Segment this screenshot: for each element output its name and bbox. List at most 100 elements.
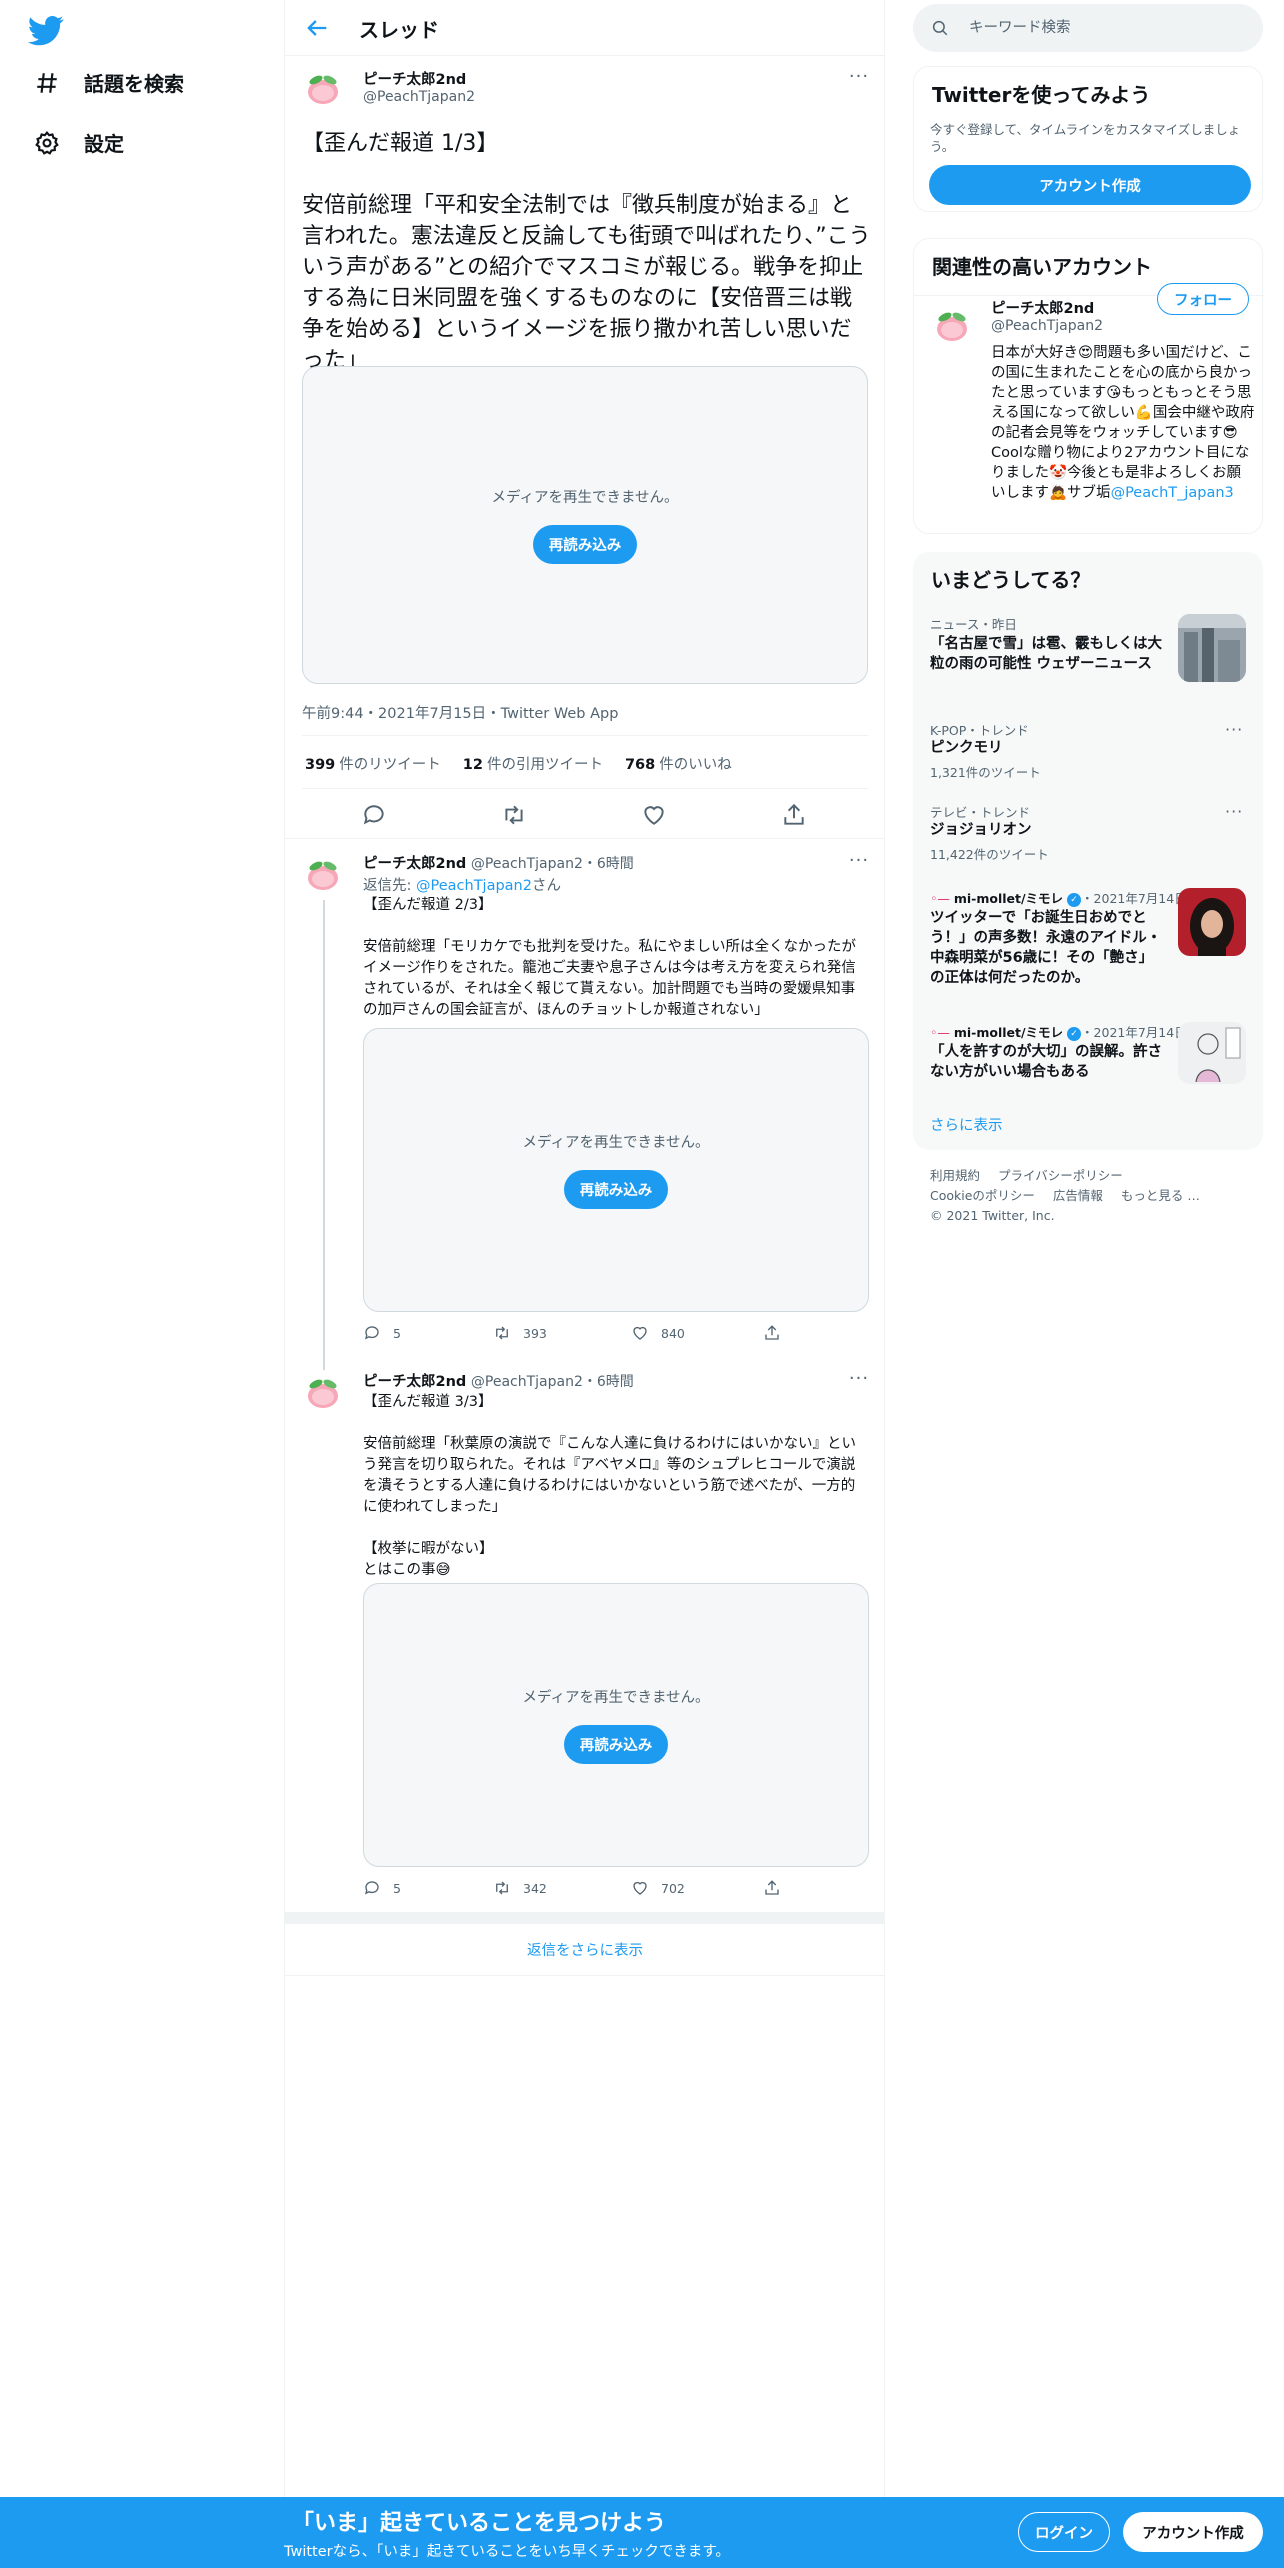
tweet-actions: 5 393 840 xyxy=(363,1324,783,1348)
retweets-stat[interactable]: 399 件のリツイート xyxy=(305,753,441,774)
reply-action[interactable]: 5 xyxy=(363,1324,401,1342)
trend-item[interactable]: ◦— mi-mollet/ミモレ ✓ ・2021年7月14日 「人を許すのが大切」… xyxy=(913,1022,1263,1092)
avatar[interactable] xyxy=(302,1370,344,1412)
trend-item[interactable]: ニュース・昨日 「名古屋で雪」は雹、霰もしくは大粒の雨の可能性 ウェザーニュース xyxy=(913,614,1263,698)
nav-settings-label: 設定 xyxy=(84,132,124,156)
trend-item[interactable]: テレビ・トレンド ··· ジョジョリオン 11,422件のツイート xyxy=(913,802,1263,864)
like-action[interactable]: 702 xyxy=(631,1879,685,1897)
author-handle-time[interactable]: @PeachTjapan2・6時間 xyxy=(471,856,634,872)
like-action[interactable]: 840 xyxy=(631,1324,685,1342)
more-options-icon[interactable]: ··· xyxy=(1225,720,1243,739)
signup-card-title: Twitterを使ってみよう xyxy=(932,83,1151,107)
footer-link-privacy[interactable]: プライバシーポリシー xyxy=(998,1168,1123,1183)
trend-name: 「人を許すのが大切」の誤解。許さない方がいい場合もある xyxy=(930,1044,1162,1080)
nav-explore[interactable]: 話題を検索 xyxy=(34,68,184,97)
trend-meta: ◦— mi-mollet/ミモレ ✓ ・2021年7月14日 xyxy=(930,1025,1187,1041)
trend-meta: K-POP・トレンド xyxy=(930,723,1029,738)
reply-to-link[interactable]: @PeachTjapan2 xyxy=(416,878,532,894)
likes-stat[interactable]: 768 件のいいね xyxy=(625,753,732,774)
avatar[interactable] xyxy=(931,303,973,345)
media-player[interactable]: メディアを再生できません。 再読み込み xyxy=(302,366,868,684)
tweet-text: 【歪んだ報道 1/3】 安倍前総理「平和安全法制では『徴兵制度が始まる』と言われ… xyxy=(302,131,871,373)
trends-title: いまどうしてる？ xyxy=(931,568,1091,592)
tweet-text: 【歪んだ報道 3/3】 安倍前総理「秋葉原の演説で『こんな人達に負けるわけにはい… xyxy=(363,1394,856,1578)
media-player[interactable]: メディアを再生できません。 再読み込み xyxy=(363,1583,869,1867)
avatar[interactable] xyxy=(302,852,344,894)
search-box[interactable] xyxy=(913,4,1263,52)
show-more-trends-link[interactable]: さらに表示 xyxy=(930,1114,1003,1135)
follow-button[interactable]: フォロー xyxy=(1157,283,1249,315)
author-handle[interactable]: @PeachTjapan2 xyxy=(363,89,475,105)
reload-button[interactable]: 再読み込み xyxy=(532,525,638,564)
tweet-actions: 5 342 702 xyxy=(363,1879,783,1903)
footer-link-ads[interactable]: 広告情報 xyxy=(1053,1188,1103,1203)
footer-link-more[interactable]: もっと見る … xyxy=(1121,1188,1200,1203)
page-title: スレッド xyxy=(359,18,439,42)
gear-icon xyxy=(35,130,59,155)
trend-item[interactable]: ◦— mi-mollet/ミモレ ✓ ・2021年7月14日 ツイッターで「お誕生… xyxy=(913,888,1263,998)
like-icon xyxy=(633,1881,647,1895)
like-icon[interactable] xyxy=(641,802,667,828)
hashtag-icon xyxy=(37,72,57,93)
more-options-icon[interactable]: ··· xyxy=(847,1370,871,1392)
trend-meta: ニュース・昨日 xyxy=(930,617,1017,632)
author-name[interactable]: ピーチ太郎2nd xyxy=(363,1374,466,1390)
trend-name: ジョジョリオン xyxy=(930,822,1032,838)
more-options-icon[interactable]: ··· xyxy=(1225,802,1243,821)
show-more-replies-link[interactable]: 返信をさらに表示 xyxy=(285,1924,885,1976)
media-player[interactable]: メディアを再生できません。 再読み込み xyxy=(363,1028,869,1312)
trend-thumbnail xyxy=(1178,888,1246,956)
reply-header: ピーチ太郎2nd @PeachTjapan2・6時間 xyxy=(363,1370,634,1391)
share-action[interactable] xyxy=(763,1324,781,1342)
account-name[interactable]: ピーチ太郎2nd xyxy=(991,297,1094,318)
account-bio: 日本が大好き😍問題も多い国だけど、この国に生まれたことを心の底から良かったと思っ… xyxy=(991,345,1255,501)
more-options-icon[interactable]: ··· xyxy=(847,852,871,874)
banner-subtitle: Twitterなら、「いま」起きていることをいち早くチェックできます。 xyxy=(284,2544,730,2560)
media-error-message: メディアを再生できません。 xyxy=(522,1690,710,1706)
bio-link[interactable]: @PeachT_japan3 xyxy=(1111,485,1234,501)
section-gap xyxy=(285,1912,885,1924)
peach-avatar-icon xyxy=(937,312,967,341)
footer-link-cookies[interactable]: Cookieのポリシー xyxy=(930,1188,1035,1203)
retweet-icon xyxy=(496,1326,508,1340)
trend-item[interactable]: K-POP・トレンド ··· ピンクモリ 1,321件のツイート xyxy=(913,720,1263,782)
avatar[interactable] xyxy=(302,66,344,108)
retweet-icon xyxy=(496,1881,508,1895)
trend-count: 1,321件のツイート xyxy=(930,765,1041,780)
nav-explore-label: 話題を検索 xyxy=(84,72,184,96)
trend-name: ツイッターで「お誕生日おめでとう！」の声多数！永遠のアイドル・中森明菜が56歳に… xyxy=(930,910,1162,986)
account-handle[interactable]: @PeachTjapan2 xyxy=(991,318,1103,334)
login-button[interactable]: ログイン xyxy=(1018,2512,1110,2552)
trend-count: 11,422件のツイート xyxy=(930,847,1049,862)
retweet-icon[interactable] xyxy=(501,802,527,828)
author-name[interactable]: ピーチ太郎2nd xyxy=(363,68,466,89)
reload-button[interactable]: 再読み込み xyxy=(563,1170,669,1209)
retweet-action[interactable]: 342 xyxy=(493,1879,547,1897)
trend-name: ピンクモリ xyxy=(930,740,1003,756)
reply-icon[interactable] xyxy=(361,802,387,828)
signup-card-subtitle: 今すぐ登録して、タイムラインをカスタマイズしましょう。 xyxy=(930,122,1241,154)
more-options-icon[interactable]: ··· xyxy=(847,68,871,90)
retweet-action[interactable]: 393 xyxy=(493,1324,547,1342)
share-icon[interactable] xyxy=(781,802,807,828)
thread-connector xyxy=(323,900,325,1412)
footer-links: 利用規約 プライバシーポリシー Cookieのポリシー 広告情報 もっと見る …… xyxy=(930,1166,1260,1226)
divider xyxy=(302,788,868,789)
nav-settings[interactable]: 設定 xyxy=(34,128,124,157)
footer-link-terms[interactable]: 利用規約 xyxy=(930,1168,980,1183)
twitter-logo-icon[interactable] xyxy=(28,12,64,48)
peach-avatar-icon xyxy=(308,1379,338,1408)
author-handle-time[interactable]: @PeachTjapan2・6時間 xyxy=(471,1374,634,1390)
author-name[interactable]: ピーチ太郎2nd xyxy=(363,856,466,872)
divider xyxy=(302,735,868,736)
create-account-button[interactable]: アカウント作成 xyxy=(929,165,1251,205)
reload-button[interactable]: 再読み込み xyxy=(563,1725,669,1764)
quotes-stat[interactable]: 12 件の引用ツイート xyxy=(463,753,603,774)
tweet-stats: 399 件のリツイート 12 件の引用ツイート 768 件のいいね xyxy=(305,753,732,774)
share-action[interactable] xyxy=(763,1879,781,1897)
reply-action[interactable]: 5 xyxy=(363,1879,401,1897)
signup-button[interactable]: アカウント作成 xyxy=(1123,2512,1263,2552)
tweet-timestamp[interactable]: 午前9:44・2021年7月15日・Twitter Web App xyxy=(302,702,618,723)
back-arrow-icon[interactable] xyxy=(303,14,331,42)
search-input[interactable] xyxy=(969,16,1249,40)
